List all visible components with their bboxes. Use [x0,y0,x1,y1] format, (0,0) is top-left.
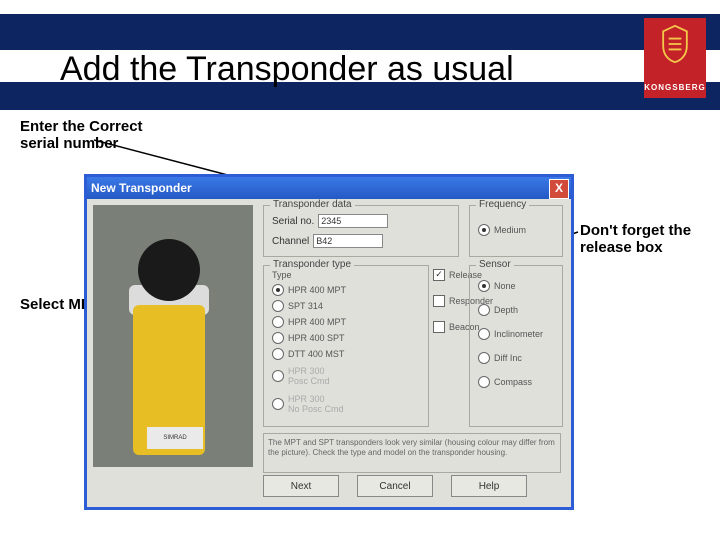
dialog-title: New Transponder [91,181,192,195]
radio-type-1[interactable] [272,300,284,312]
radio-type-5 [272,370,284,382]
next-button[interactable]: Next [263,475,339,497]
brand-name: KONGSBERG [644,83,705,92]
radio-type-0[interactable] [272,284,284,296]
radio-type-3[interactable] [272,332,284,344]
radio-sensor-diff[interactable] [478,352,490,364]
cancel-button[interactable]: Cancel [357,475,433,497]
brand-logo: KONGSBERG [644,18,706,98]
group-transponder-type: Transponder type Type HPR 400 MPT SPT 31… [263,265,429,427]
radio-type-6 [272,398,284,410]
help-button[interactable]: Help [451,475,527,497]
device-label: SIMRAD [147,427,203,449]
radio-medium[interactable] [478,224,490,236]
decor-band-top [0,14,720,50]
serial-input[interactable]: 2345 [318,214,388,228]
radio-sensor-incl[interactable] [478,328,490,340]
type-label: Type [272,270,292,280]
dialog-new-transponder: New Transponder X SIMRAD Transponder dat… [84,174,574,510]
dialog-titlebar: New Transponder X [87,177,571,199]
radio-type-2[interactable] [272,316,284,328]
checkbox-beacon[interactable] [433,321,445,333]
info-note: The MPT and SPT transponders look very s… [263,433,561,473]
checkbox-release[interactable] [433,269,445,281]
group-transponder-data: Transponder data Serial no. 2345 Channel… [263,205,459,257]
checkbox-responder[interactable] [433,295,445,307]
group-frequency: Frequency Medium [469,205,563,257]
radio-type-4[interactable] [272,348,284,360]
serial-label: Serial no. [272,216,314,227]
radio-sensor-compass[interactable] [478,376,490,388]
brand-crest-icon [658,24,692,64]
channel-input[interactable]: B42 [313,234,383,248]
channel-label: Channel [272,236,309,247]
transponder-photo: SIMRAD [93,205,253,467]
radio-sensor-none[interactable] [478,280,490,292]
group-sensor: Sensor None Depth Inclinometer Diff Inc … [469,265,563,427]
annotation-release: Don't forget the release box [580,222,710,257]
radio-sensor-depth[interactable] [478,304,490,316]
close-icon[interactable]: X [549,179,569,199]
slide: KONGSBERG Add the Transponder as usual E… [0,0,720,540]
slide-title: Add the Transponder as usual [60,50,514,89]
